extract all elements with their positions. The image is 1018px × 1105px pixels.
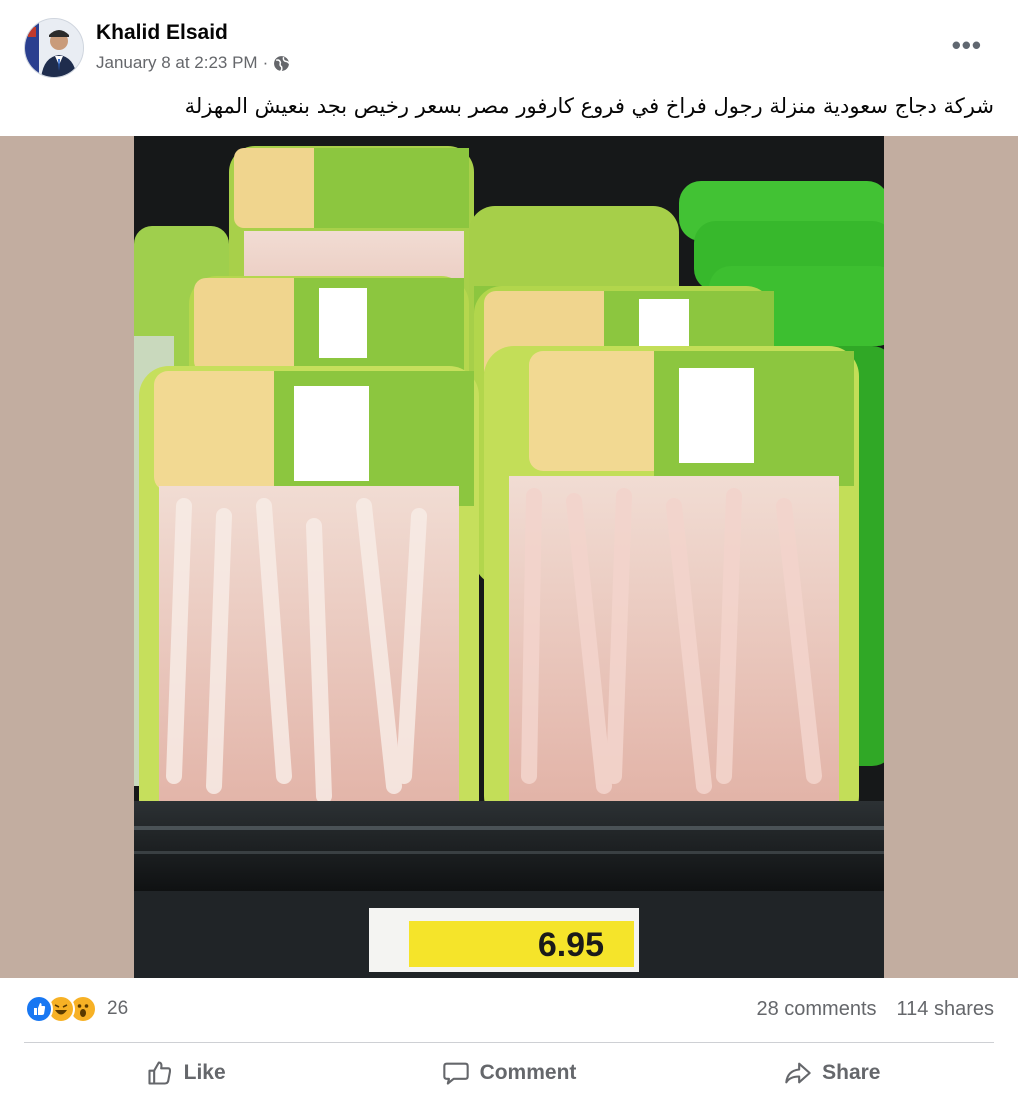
more-options-button[interactable]: ••• [952,30,982,60]
like-icon [25,995,53,1023]
meta-separator: · [262,53,269,72]
photo-container[interactable]: 6.95 [0,136,1018,978]
thumbs-up-icon [148,1061,171,1085]
post-header: Khalid Elsaid January 8 at 2:23 PM · •••… [0,0,1018,135]
post-actions: Like Comment Share [24,1044,994,1102]
globe-icon[interactable] [273,55,290,72]
comment-button[interactable]: Comment [347,1044,670,1102]
like-button[interactable]: Like [24,1044,347,1102]
divider [24,1042,994,1043]
comment-label: Comment [479,1061,577,1084]
post-meta: January 8 at 2:23 PM · [96,53,290,73]
avatar[interactable] [24,18,84,78]
post-stats: 26 28 comments 114 shares [0,990,1018,1032]
share-icon [785,1062,811,1084]
like-label: Like [183,1061,226,1084]
post-caption: شركة دجاج سعودية منزلة رجول فراخ في فروع… [184,94,994,118]
engagement-counts: 28 comments 114 shares [756,998,994,1021]
price-tag-value: 6.95 [538,926,604,964]
post-timestamp[interactable]: January 8 at 2:23 PM [96,53,258,73]
reaction-count: 26 [107,998,129,1019]
share-label: Share [822,1061,881,1084]
comment-icon [442,1062,469,1085]
comments-count[interactable]: 28 comments [756,998,876,1021]
reactions-summary[interactable]: 26 [25,995,128,1023]
shares-count[interactable]: 114 shares [897,998,994,1021]
post-photo[interactable]: 6.95 [134,136,884,978]
chicken-feet-photo: 6.95 [134,136,884,978]
share-button[interactable]: Share [671,1044,994,1102]
profile-picture [25,19,83,77]
author-name[interactable]: Khalid Elsaid [96,21,228,45]
